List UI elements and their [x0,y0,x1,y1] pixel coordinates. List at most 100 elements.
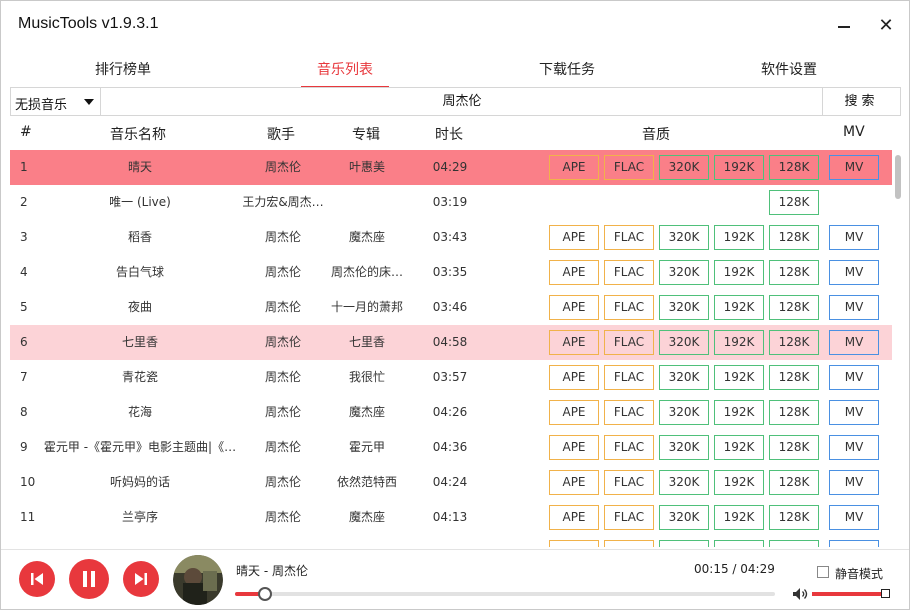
tab-settings[interactable]: 软件设置 [759,59,819,85]
quality-ape-button[interactable]: APE [549,295,599,320]
quality-flac-button[interactable]: FLAC [604,225,654,250]
quality-128k-button[interactable]: 128K [769,225,819,250]
table-row[interactable]: 6 七里香 周杰伦 七里香 04:58 APE FLAC 320K 192K 128K MV [10,325,892,360]
quality-320k-button[interactable]: 320K [659,365,709,390]
quality-128k-button[interactable]: 128K [769,295,819,320]
quality-192k-button[interactable]: 192K [714,225,764,250]
mv-button[interactable]: MV [829,295,879,320]
quality-128k-button[interactable]: 128K [769,190,819,215]
quality-192k-button[interactable]: 192K [714,470,764,495]
quality-192k-button[interactable]: 192K [714,540,764,547]
mv-button[interactable]: MV [829,155,879,180]
quality-128k-button[interactable]: 128K [769,470,819,495]
minimize-button[interactable] [831,13,857,39]
quality-320k-button[interactable]: 320K [659,225,709,250]
quality-192k-button[interactable]: 192K [714,155,764,180]
mv-button[interactable]: MV [829,505,879,530]
table-row[interactable]: 2 唯一 (Live) 王力宏&周杰… 03:19 128K [10,185,892,220]
tab-downloads[interactable]: 下载任务 [537,59,597,85]
search-button[interactable]: 搜索 [822,88,900,115]
quality-192k-button[interactable]: 192K [714,260,764,285]
quality-192k-button[interactable]: 192K [714,400,764,425]
table-row[interactable]: APE FLAC 320K 192K 128K MV [10,535,892,547]
mv-button[interactable]: MV [829,365,879,390]
volume-handle[interactable] [881,589,890,598]
table-row[interactable]: 5 夜曲 周杰伦 十一月的萧邦 03:46 APE FLAC 320K 192K 128K MV [10,290,892,325]
quality-flac-button[interactable]: FLAC [604,260,654,285]
tab-charts[interactable]: 排行榜单 [93,59,153,85]
quality-320k-button[interactable]: 320K [659,435,709,460]
quality-ape-button[interactable]: APE [549,505,599,530]
quality-128k-button[interactable]: 128K [769,435,819,460]
mv-button[interactable]: MV [829,225,879,250]
quality-192k-button[interactable]: 192K [714,505,764,530]
mv-button[interactable]: MV [829,540,879,547]
tab-music-list[interactable]: 音乐列表 [301,59,389,88]
song-album [326,535,408,547]
quality-320k-button[interactable]: 320K [659,470,709,495]
mv-button[interactable]: MV [829,470,879,495]
mv-button[interactable]: MV [829,435,879,460]
table-row[interactable]: 7 青花瓷 周杰伦 我很忙 03:57 APE FLAC 320K 192K 128K MV [10,360,892,395]
table-row[interactable]: 10 听妈妈的话 周杰伦 依然范特西 04:24 APE FLAC 320K 192K 128K M… [10,465,892,500]
quality-320k-button[interactable]: 320K [659,330,709,355]
quality-ape-button[interactable]: APE [549,435,599,460]
quality-128k-button[interactable]: 128K [769,330,819,355]
mv-button[interactable]: MV [829,260,879,285]
mute-checkbox[interactable] [817,566,829,578]
quality-flac-button[interactable]: FLAC [604,470,654,495]
mv-button[interactable]: MV [829,400,879,425]
quality-ape-button[interactable]: APE [549,260,599,285]
quality-320k-button[interactable]: 320K [659,505,709,530]
quality-320k-button[interactable]: 320K [659,155,709,180]
quality-ape-button[interactable]: APE [549,540,599,547]
scrollbar-thumb[interactable] [895,155,901,199]
quality-ape-button[interactable]: APE [549,470,599,495]
previous-button[interactable] [19,561,55,597]
volume-slider[interactable] [812,592,886,596]
quality-ape-button[interactable]: APE [549,155,599,180]
quality-320k-button[interactable]: 320K [659,400,709,425]
quality-ape-button[interactable]: APE [549,330,599,355]
table-row[interactable]: 9 霍元甲 -《霍元甲》电影主题曲|《… 周杰伦 霍元甲 04:36 APE FLAC 320… [10,430,892,465]
quality-128k-button[interactable]: 128K [769,155,819,180]
quality-flac-button[interactable]: FLAC [604,505,654,530]
quality-320k-button[interactable]: 320K [659,260,709,285]
quality-128k-button[interactable]: 128K [769,260,819,285]
quality-128k-button[interactable]: 128K [769,540,819,547]
quality-flac-button[interactable]: FLAC [604,365,654,390]
quality-flac-button[interactable]: FLAC [604,435,654,460]
pause-button[interactable] [69,559,109,599]
quality-192k-button[interactable]: 192K [714,330,764,355]
mv-button[interactable]: MV [829,330,879,355]
progress-handle[interactable] [258,587,273,601]
next-button[interactable] [123,561,159,597]
table-row[interactable]: 1 晴天 周杰伦 叶惠美 04:29 APE FLAC 320K 192K 128K MV [10,150,892,185]
quality-flac-button[interactable]: FLAC [604,540,654,547]
quality-320k-button[interactable]: 320K [659,295,709,320]
quality-flac-button[interactable]: FLAC [604,155,654,180]
scrollbar[interactable] [893,150,901,547]
quality-192k-button[interactable]: 192K [714,295,764,320]
quality-ape-button[interactable]: APE [549,365,599,390]
quality-ape-button[interactable]: APE [549,400,599,425]
quality-128k-button[interactable]: 128K [769,365,819,390]
table-row[interactable]: 3 稻香 周杰伦 魔杰座 03:43 APE FLAC 320K 192K 128K MV [10,220,892,255]
quality-320k-button[interactable]: 320K [659,540,709,547]
source-select[interactable]: 无损音乐 [11,88,101,115]
table-row[interactable]: 11 兰亭序 周杰伦 魔杰座 04:13 APE FLAC 320K 192K 128K MV [10,500,892,535]
quality-ape-button[interactable]: APE [549,225,599,250]
quality-192k-button[interactable]: 192K [714,435,764,460]
quality-flac-button[interactable]: FLAC [604,400,654,425]
quality-128k-button[interactable]: 128K [769,505,819,530]
quality-flac-button[interactable]: FLAC [604,295,654,320]
volume-icon[interactable] [792,587,810,601]
quality-flac-button[interactable]: FLAC [604,330,654,355]
progress-bar[interactable] [235,592,775,596]
search-input[interactable] [102,88,822,115]
table-row[interactable]: 4 告白气球 周杰伦 周杰伦的床… 03:35 APE FLAC 320K 192K 128K MV [10,255,892,290]
quality-128k-button[interactable]: 128K [769,400,819,425]
close-button[interactable]: ✕ [873,13,899,39]
quality-192k-button[interactable]: 192K [714,365,764,390]
table-row[interactable]: 8 花海 周杰伦 魔杰座 04:26 APE FLAC 320K 192K 128K MV [10,395,892,430]
